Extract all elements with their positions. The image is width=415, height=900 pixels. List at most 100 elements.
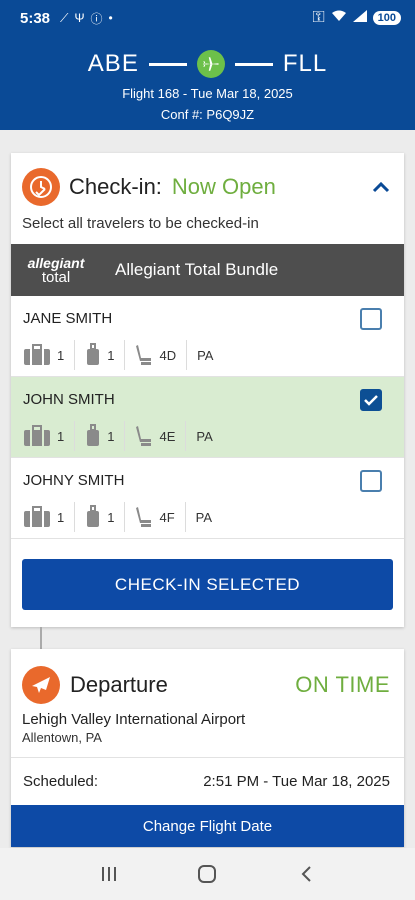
chevron-up-icon[interactable] (370, 176, 392, 198)
confirmation: Conf #: P6Q9JZ (0, 107, 415, 122)
passenger-row[interactable]: JOHN SMITH 1 1 4E PA (11, 377, 404, 458)
conf-code: P6Q9JZ (206, 107, 255, 122)
passenger-name: JOHNY SMITH (23, 472, 125, 489)
departure-header: Departure ON TIME (11, 649, 404, 709)
seat-icon (136, 345, 152, 365)
route: ABE FLL (0, 50, 415, 78)
suitcase-icon (24, 425, 50, 446)
destination-code: FLL (282, 50, 328, 77)
notification-icons: ⟋ Ψ ⓘ • (60, 10, 113, 27)
scheduled-row: Scheduled: 2:51 PM - Tue Mar 18, 2025 (11, 757, 404, 805)
timeline-connector (40, 627, 42, 649)
route-line-left (148, 62, 187, 66)
carry-on-count: 1 (107, 509, 115, 525)
route-line-right (234, 62, 273, 66)
pa-group: PA (196, 421, 222, 451)
departure-plane-icon (22, 665, 60, 704)
home-icon (198, 865, 217, 883)
checkin-status: Now Open (171, 174, 276, 199)
scheduled-label: Scheduled: (23, 773, 99, 790)
back-icon (301, 866, 311, 882)
checked-bag-group: 1 (23, 421, 76, 451)
trip-header: ABE FLL Flight 168 - Tue Mar 18, 2025 Co… (0, 36, 415, 130)
system-nav-bar (0, 848, 415, 900)
seat-icon (136, 507, 152, 527)
carry-on-group: 1 (85, 421, 126, 451)
link-icon: ⟋ (60, 10, 69, 25)
passenger-name: JOHN SMITH (23, 391, 115, 408)
checkin-selected-button[interactable]: CHECK-IN SELECTED (22, 559, 393, 610)
passenger-checkbox[interactable] (360, 308, 382, 330)
departure-status: ON TIME (295, 671, 390, 697)
checkin-card: Check-in: Now Open Select all travelers … (11, 153, 404, 627)
departure-city: Allentown, PA (22, 730, 102, 745)
battery-badge: 100 (372, 11, 401, 25)
change-flight-date-button[interactable]: Change Flight Date (11, 805, 404, 847)
seat-group: 4F (135, 502, 186, 532)
logo-line2: total (41, 268, 71, 286)
passenger-details: 1 1 4D PA (23, 340, 233, 370)
passenger-checkbox[interactable] (360, 389, 382, 411)
carry-on-icon (87, 424, 100, 446)
checkin-header[interactable]: Check-in: Now Open (11, 153, 404, 211)
pa-label: PA (195, 509, 213, 525)
checked-bag-group: 1 (23, 340, 76, 370)
seat-number: 4E (159, 428, 176, 444)
clock-check-icon (22, 168, 60, 206)
logo-line1: allegiant (27, 254, 85, 271)
system-icons: ⚿ 100 (312, 9, 401, 27)
carry-on-icon (87, 505, 100, 527)
checkmark-icon (364, 395, 378, 406)
carry-on-count: 1 (107, 347, 115, 363)
passenger-details: 1 1 4E PA (23, 421, 233, 451)
pa-group: PA (197, 340, 223, 370)
status-bar: 5:38 ⟋ Ψ ⓘ • ⚿ 100 (0, 0, 415, 36)
seat-number: 4F (159, 509, 175, 525)
scheduled-value: 2:51 PM - Tue Mar 18, 2025 (203, 773, 390, 790)
bundle-name: Allegiant Total Bundle (115, 260, 279, 279)
carry-on-icon (87, 343, 100, 365)
departure-airport: Lehigh Valley International Airport (22, 711, 246, 728)
seat-group: 4D (135, 340, 188, 370)
passenger-name: JANE SMITH (23, 310, 113, 327)
seat-number: 4D (159, 347, 177, 363)
pa-group: PA (196, 502, 222, 532)
carry-on-group: 1 (85, 502, 126, 532)
checked-bag-count: 1 (57, 428, 65, 444)
checkin-title: Check-in: (69, 174, 162, 199)
usb-icon: Ψ (74, 11, 85, 25)
departure-card: Departure ON TIME Lehigh Valley Internat… (11, 649, 404, 847)
checkin-subtitle: Select all travelers to be checked-in (22, 215, 259, 232)
passenger-row[interactable]: JANE SMITH 1 1 4D PA (11, 296, 404, 377)
allegiant-total-logo: allegiant total (11, 256, 101, 285)
suitcase-icon (24, 506, 50, 527)
departure-title: Departure (70, 671, 168, 697)
bundle-banner: allegiant total Allegiant Total Bundle (11, 244, 404, 296)
passenger-details: 1 1 4F PA (23, 502, 232, 532)
checked-bag-count: 1 (57, 509, 65, 525)
seat-group: 4E (135, 421, 187, 451)
key-icon: ⚿ (312, 9, 325, 26)
wifi-icon (331, 9, 347, 27)
carry-on-count: 1 (107, 428, 115, 444)
status-time: 5:38 (20, 9, 51, 27)
recent-apps-icon (102, 867, 117, 881)
back-button[interactable] (286, 859, 326, 889)
recent-apps-button[interactable] (89, 859, 129, 889)
conf-label: Conf #: (160, 107, 203, 122)
airplane-icon (196, 50, 225, 78)
carry-on-group: 1 (85, 340, 126, 370)
signal-icon (352, 9, 367, 27)
flight-info: Flight 168 - Tue Mar 18, 2025 (122, 86, 293, 101)
passenger-row[interactable]: JOHNY SMITH 1 1 4F PA (11, 458, 404, 539)
checked-bag-count: 1 (57, 347, 65, 363)
checked-bag-group: 1 (23, 502, 76, 532)
pa-label: PA (197, 347, 214, 363)
origin-code: ABE (87, 50, 139, 77)
passenger-checkbox[interactable] (360, 470, 382, 492)
info-icon: ⓘ (90, 11, 103, 26)
home-button[interactable] (187, 859, 227, 889)
seat-icon (136, 426, 152, 446)
dot-icon: • (108, 11, 113, 25)
pa-label: PA (196, 428, 213, 444)
